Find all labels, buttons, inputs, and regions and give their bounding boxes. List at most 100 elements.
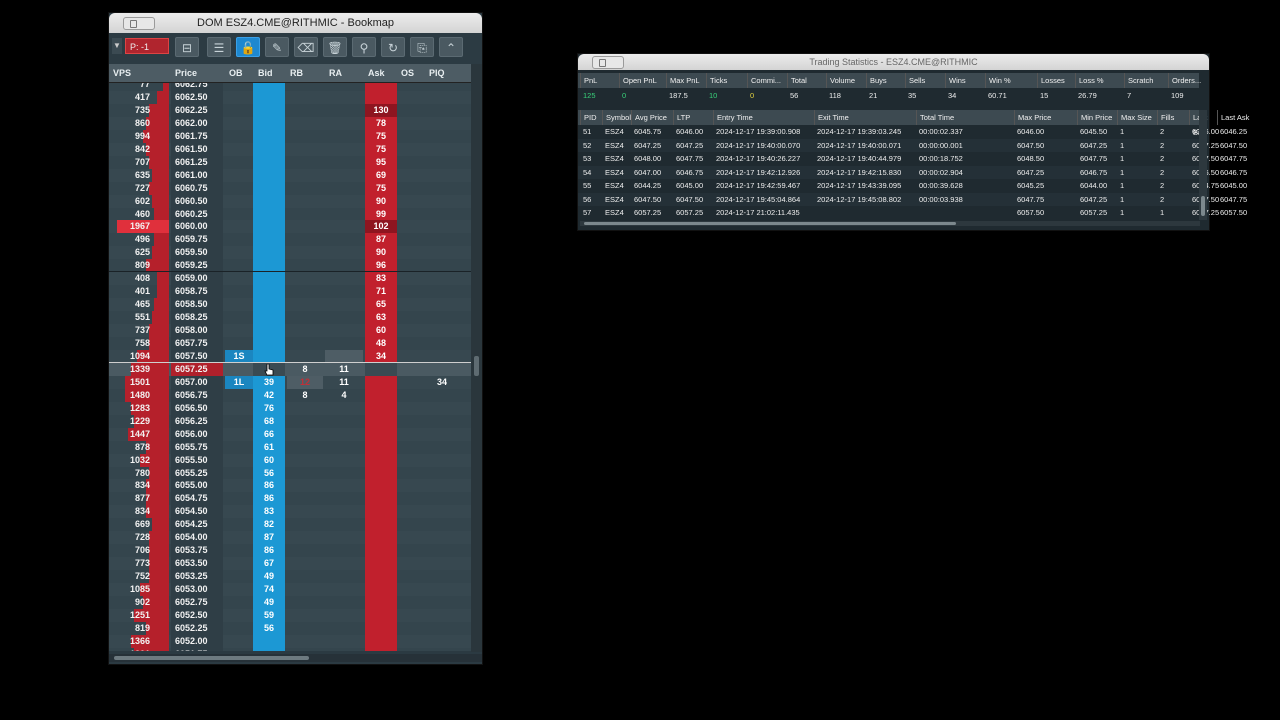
summary-header-13[interactable]: Scratch: [1124, 73, 1168, 88]
price-cell[interactable]: 6061.75: [171, 129, 223, 143]
ob-cell[interactable]: [225, 363, 253, 376]
ob-cell[interactable]: [225, 415, 253, 428]
price-cell[interactable]: 6055.25: [171, 466, 223, 480]
ob-cell[interactable]: [225, 298, 253, 311]
bid-cell[interactable]: 49: [253, 570, 285, 584]
ladder-row[interactable]: 408 6059.00 83: [109, 272, 471, 286]
ask-cell[interactable]: [365, 634, 397, 648]
bid-cell[interactable]: 68: [253, 414, 285, 428]
price-cell[interactable]: 6060.25: [171, 207, 223, 221]
price-cell[interactable]: 6054.75: [171, 492, 223, 506]
trades-header-avg-price[interactable]: Avg Price: [631, 110, 673, 125]
price-cell[interactable]: 6055.50: [171, 453, 223, 467]
bid-cell[interactable]: [253, 194, 285, 208]
ob-cell[interactable]: [225, 479, 253, 492]
column-header-price[interactable]: Price: [175, 64, 197, 82]
ask-cell[interactable]: [365, 440, 397, 454]
column-header-rb[interactable]: RB: [290, 64, 303, 82]
trades-header-fills[interactable]: Fills: [1157, 110, 1189, 125]
refresh-icon[interactable]: ↻: [381, 37, 405, 57]
ask-cell[interactable]: [365, 583, 397, 597]
bid-cell[interactable]: 56: [253, 466, 285, 480]
bid-cell[interactable]: 74: [253, 583, 285, 597]
price-cell[interactable]: 6059.50: [171, 246, 223, 260]
ladder-row[interactable]: 877 6054.75 86: [109, 492, 471, 506]
window-sidebar-icon[interactable]: [123, 17, 155, 30]
window-sidebar-icon[interactable]: [592, 56, 624, 69]
price-cell[interactable]: 6056.00: [171, 427, 223, 441]
ob-cell[interactable]: [225, 531, 253, 544]
bid-cell[interactable]: [253, 324, 285, 338]
ob-cell[interactable]: [225, 130, 253, 143]
bid-cell[interactable]: [253, 83, 285, 91]
price-cell[interactable]: 6052.50: [171, 608, 223, 622]
ask-cell[interactable]: [365, 570, 397, 584]
ladder-row[interactable]: 707 6061.25 95: [109, 155, 471, 169]
price-cell[interactable]: 6056.25: [171, 414, 223, 428]
ob-cell[interactable]: [225, 117, 253, 130]
trash-icon[interactable]: 🗑: [323, 37, 347, 57]
ob-cell[interactable]: [225, 648, 253, 651]
summary-header-10[interactable]: Win %: [985, 73, 1037, 88]
ask-cell[interactable]: [365, 596, 397, 609]
ask-cell[interactable]: [365, 505, 397, 519]
price-cell[interactable]: 6054.50: [171, 505, 223, 519]
price-cell[interactable]: 6062.00: [171, 116, 223, 130]
price-cell[interactable]: 6056.75: [171, 388, 223, 402]
ob-cell[interactable]: [225, 285, 253, 298]
bid-cell[interactable]: 66: [253, 427, 285, 441]
bid-cell[interactable]: 56: [253, 621, 285, 635]
price-cell[interactable]: 6058.75: [171, 285, 223, 299]
column-header-vps[interactable]: VPS: [113, 64, 131, 82]
summary-header-4[interactable]: Commi...: [747, 73, 787, 88]
ob-cell[interactable]: [225, 454, 253, 467]
bid-cell[interactable]: 76: [253, 401, 285, 415]
bid-cell[interactable]: 87: [253, 531, 285, 545]
ladder-row[interactable]: 496 6059.75 87: [109, 233, 471, 247]
price-cell[interactable]: 6061.50: [171, 142, 223, 156]
ask-cell[interactable]: 78: [365, 116, 397, 130]
ob-cell[interactable]: [225, 570, 253, 583]
summary-header-14[interactable]: Orders...: [1168, 73, 1201, 88]
ladder-row[interactable]: 625 6059.50 90: [109, 246, 471, 260]
ladder-row[interactable]: 1339 6057.25 8 11: [109, 362, 471, 376]
ask-cell[interactable]: [365, 557, 397, 571]
bid-cell[interactable]: 59: [253, 608, 285, 622]
price-cell[interactable]: 6052.00: [171, 634, 223, 648]
bid-cell[interactable]: [253, 116, 285, 130]
bid-cell[interactable]: [253, 129, 285, 143]
stats-vertical-scrollbar[interactable]: [1199, 110, 1207, 220]
trade-row[interactable]: 51 ESZ4 6045.75 6046.00 2024-12-17 19:39:00.…: [578, 125, 1247, 138]
ask-cell[interactable]: [365, 453, 397, 467]
ob-cell[interactable]: [225, 311, 253, 324]
ladder-row[interactable]: 902 6052.75 49: [109, 596, 471, 609]
bid-cell[interactable]: [253, 246, 285, 260]
ob-cell[interactable]: [225, 583, 253, 596]
trades-header-max-size[interactable]: Max Size: [1117, 110, 1157, 125]
ob-cell[interactable]: [225, 233, 253, 246]
bid-cell[interactable]: 42: [253, 388, 285, 402]
ask-cell[interactable]: 87: [365, 233, 397, 247]
ask-cell[interactable]: [365, 479, 397, 493]
summary-header-1[interactable]: Open PnL: [619, 73, 666, 88]
ob-cell[interactable]: [225, 557, 253, 570]
bid-cell[interactable]: [253, 634, 285, 648]
price-cell[interactable]: 6060.00: [171, 220, 223, 234]
price-cell[interactable]: 6055.00: [171, 479, 223, 493]
column-header-ask[interactable]: Ask: [368, 64, 385, 82]
price-cell[interactable]: 6053.50: [171, 557, 223, 571]
bid-cell[interactable]: 86: [253, 479, 285, 493]
bid-cell[interactable]: [253, 233, 285, 247]
price-cell[interactable]: 6052.75: [171, 596, 223, 609]
bid-cell[interactable]: [253, 647, 285, 651]
ob-cell[interactable]: [225, 208, 253, 221]
price-cell[interactable]: 6053.75: [171, 544, 223, 558]
ladder-row[interactable]: 735 6062.25 130: [109, 103, 471, 117]
ob-cell[interactable]: [225, 635, 253, 648]
ask-cell[interactable]: 130: [365, 103, 397, 117]
bid-cell[interactable]: 60: [253, 453, 285, 467]
ask-cell[interactable]: 95: [365, 155, 397, 169]
ask-cell[interactable]: [365, 83, 397, 91]
trades-header-total-time[interactable]: Total Time: [916, 110, 1014, 125]
price-cell[interactable]: 6051.75: [171, 647, 223, 651]
